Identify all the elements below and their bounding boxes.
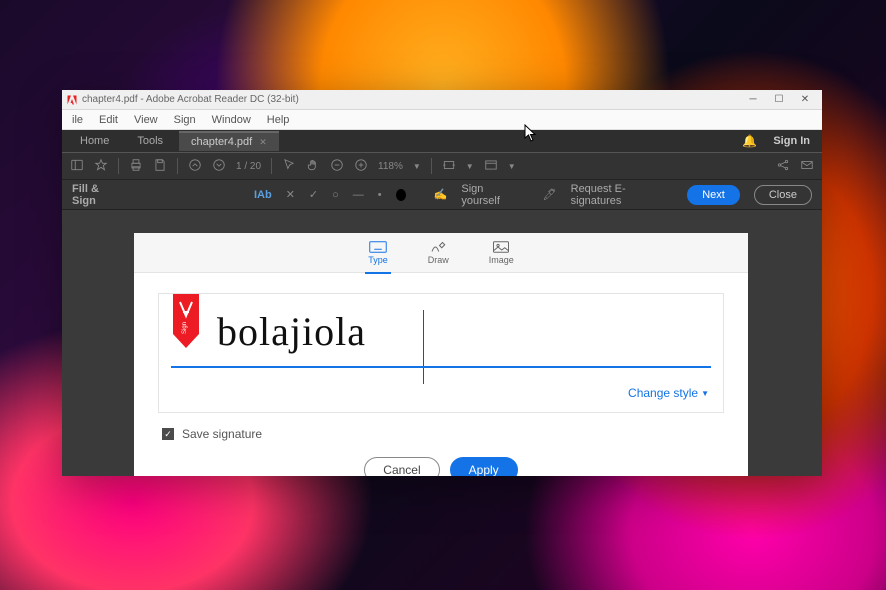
menu-bar: ile Edit View Sign Window Help xyxy=(62,110,822,130)
change-style-link[interactable]: Change style ▼ xyxy=(628,386,709,400)
document-area: Home Tools chapter4.pdf ✕ 🔔 Sign In 1 / … xyxy=(62,130,822,476)
menu-edit[interactable]: Edit xyxy=(91,112,126,128)
tab-document-close-icon[interactable]: ✕ xyxy=(259,137,267,147)
page-total: 20 xyxy=(250,161,261,172)
cancel-button[interactable]: Cancel xyxy=(364,457,439,476)
sidebar-toggle-icon[interactable] xyxy=(70,158,84,175)
checkmark-icon[interactable]: ✓ xyxy=(309,188,318,201)
request-signatures-label[interactable]: Request E-signatures xyxy=(571,183,660,207)
save-icon[interactable] xyxy=(153,158,167,175)
hand-icon[interactable] xyxy=(306,158,320,175)
page-current[interactable]: 1 xyxy=(236,161,242,172)
sign-in-link[interactable]: Sign In xyxy=(767,135,816,147)
close-window-button[interactable]: ✕ xyxy=(792,94,818,105)
main-toolbar: 1 / 20 118% ▼ ▼ ▼ xyxy=(62,152,822,180)
tab-home[interactable]: Home xyxy=(68,132,121,150)
status-dot xyxy=(726,138,732,144)
menu-view[interactable]: View xyxy=(126,112,166,128)
signature-tabs: Type Draw Image xyxy=(134,233,748,273)
fill-sign-toolbar: Fill & Sign IAb ✕ ✓ ○ — • ✍ Sign yoursel… xyxy=(62,180,822,210)
signature-baseline xyxy=(171,366,711,368)
save-signature-row: ✓ Save signature xyxy=(162,427,724,441)
menu-file[interactable]: ile xyxy=(64,112,91,128)
svg-text:Sign: Sign xyxy=(182,322,188,334)
sign-yourself-label[interactable]: Sign yourself xyxy=(461,183,514,207)
window-title: chapter4.pdf - Adobe Acrobat Reader DC (… xyxy=(82,94,299,105)
signature-dialog: Type Draw Image Sign xyxy=(134,233,748,476)
chevron-down-icon: ▼ xyxy=(701,389,709,398)
color-picker-icon[interactable] xyxy=(396,189,406,201)
zoom-level[interactable]: 118% xyxy=(378,161,403,172)
fit-chevron-icon[interactable]: ▼ xyxy=(466,162,474,171)
pencil-icon xyxy=(429,240,447,254)
line-icon[interactable]: — xyxy=(353,189,364,201)
menu-sign[interactable]: Sign xyxy=(166,112,204,128)
print-icon[interactable] xyxy=(129,158,143,175)
keyboard-icon xyxy=(369,240,387,254)
adobe-icon xyxy=(66,94,78,106)
tab-tools[interactable]: Tools xyxy=(125,132,175,150)
signature-canvas: Sign bolajiola Change style ▼ xyxy=(158,293,724,413)
selection-icon[interactable] xyxy=(282,158,296,175)
dot-icon[interactable]: • xyxy=(378,189,382,201)
signature-tab-image[interactable]: Image xyxy=(483,236,520,269)
text-caret xyxy=(423,310,424,384)
signature-tab-type[interactable]: Type xyxy=(362,236,394,269)
document-tabs: Home Tools chapter4.pdf ✕ 🔔 Sign In xyxy=(62,130,822,152)
signature-tab-draw[interactable]: Draw xyxy=(422,236,455,269)
save-signature-checkbox[interactable]: ✓ xyxy=(162,428,174,440)
share-icon[interactable] xyxy=(776,158,790,175)
menu-help[interactable]: Help xyxy=(259,112,298,128)
fill-sign-label: Fill & Sign xyxy=(72,183,117,207)
signature-tab-draw-label: Draw xyxy=(428,255,449,265)
read-chevron-icon[interactable]: ▼ xyxy=(508,162,516,171)
mouse-cursor-icon xyxy=(524,124,538,147)
minimize-button[interactable]: ─ xyxy=(740,94,766,105)
read-mode-icon[interactable] xyxy=(484,158,498,175)
save-signature-label: Save signature xyxy=(182,427,262,441)
x-mark-icon[interactable]: ✕ xyxy=(286,188,295,201)
notification-bell-icon[interactable]: 🔔 xyxy=(742,134,757,148)
zoom-in-icon[interactable] xyxy=(354,158,368,175)
maximize-button[interactable]: ☐ xyxy=(766,94,792,105)
page-down-icon[interactable] xyxy=(212,158,226,175)
sign-yourself-icon[interactable]: ✍ xyxy=(434,188,448,201)
next-button[interactable]: Next xyxy=(687,185,740,205)
close-button[interactable]: Close xyxy=(754,185,812,205)
sign-ribbon-icon: Sign xyxy=(171,294,201,350)
signature-tab-image-label: Image xyxy=(489,255,514,265)
image-icon xyxy=(492,240,510,254)
titlebar: chapter4.pdf - Adobe Acrobat Reader DC (… xyxy=(62,90,822,110)
menu-window[interactable]: Window xyxy=(204,112,259,128)
tab-document[interactable]: chapter4.pdf ✕ xyxy=(179,131,279,151)
email-icon[interactable] xyxy=(800,158,814,175)
apply-button[interactable]: Apply xyxy=(450,457,518,476)
circle-icon[interactable]: ○ xyxy=(332,189,339,201)
page-indicator: 1 / 20 xyxy=(236,161,261,172)
app-window: chapter4.pdf - Adobe Acrobat Reader DC (… xyxy=(62,90,822,476)
star-icon[interactable] xyxy=(94,158,108,175)
tab-document-label: chapter4.pdf xyxy=(191,136,252,148)
text-tool-icon[interactable]: IAb xyxy=(254,189,272,201)
zoom-out-icon[interactable] xyxy=(330,158,344,175)
signature-tab-type-label: Type xyxy=(368,255,388,265)
fit-width-icon[interactable] xyxy=(442,158,456,175)
zoom-chevron-icon[interactable]: ▼ xyxy=(413,162,421,171)
signature-input[interactable]: bolajiola xyxy=(217,308,705,355)
change-style-label: Change style xyxy=(628,386,698,400)
page-up-icon[interactable] xyxy=(188,158,202,175)
request-signatures-icon[interactable]: 🖊 xyxy=(543,188,557,201)
